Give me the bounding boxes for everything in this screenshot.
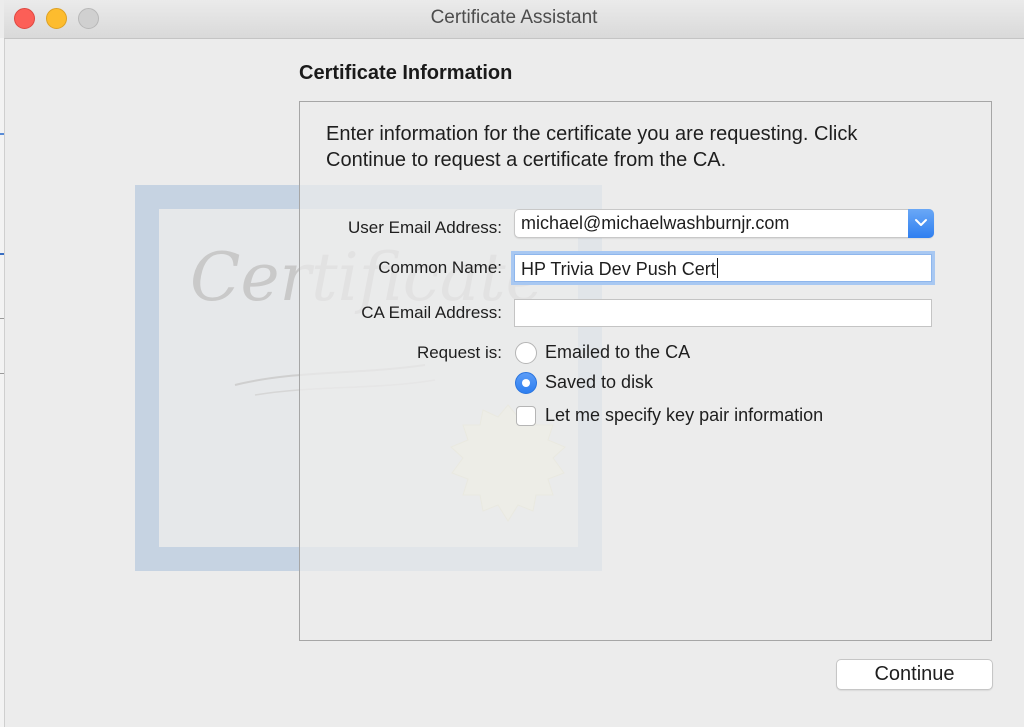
background-mark xyxy=(0,318,4,319)
ca-email-label: CA Email Address: xyxy=(361,303,502,322)
chevron-down-icon[interactable] xyxy=(908,209,934,238)
ca-email-field[interactable] xyxy=(514,299,932,327)
background-mark xyxy=(0,133,4,135)
common-name-label: Common Name: xyxy=(378,258,502,277)
intro-line: Continue to request a certificate from t… xyxy=(326,149,727,171)
saved-option-label[interactable]: Saved to disk xyxy=(545,372,653,393)
request-is-label: Request is: xyxy=(416,343,502,362)
key-pair-label[interactable]: Let me specify key pair information xyxy=(545,405,823,426)
user-email-label: User Email Address: xyxy=(348,218,502,237)
title-bar[interactable]: Certificate Assistant xyxy=(4,0,1024,39)
key-pair-checkbox[interactable] xyxy=(516,406,536,426)
intro-text: Enter information for the certificate yo… xyxy=(326,121,966,173)
emailed-radio[interactable] xyxy=(515,342,537,364)
emailed-option-label[interactable]: Emailed to the CA xyxy=(545,342,690,363)
user-email-popup[interactable]: michael@michaelwashburnjr.com xyxy=(514,209,934,238)
text-caret xyxy=(716,258,718,278)
background-window-edge xyxy=(0,38,5,727)
section-title: Certificate Information xyxy=(299,62,513,84)
common-name-value: HP Trivia Dev Push Cert xyxy=(521,259,716,279)
window-title: Certificate Assistant xyxy=(430,7,598,28)
background-mark xyxy=(0,373,4,374)
continue-button[interactable]: Continue xyxy=(836,659,993,690)
certificate-assistant-window: Certificate Assistant Certificate Inform… xyxy=(0,0,1024,727)
saved-radio[interactable] xyxy=(515,372,537,394)
common-name-field[interactable]: HP Trivia Dev Push Cert xyxy=(514,254,932,282)
intro-line: Enter information for the certificate yo… xyxy=(326,123,858,145)
form-panel xyxy=(299,101,992,641)
background-mark xyxy=(0,253,4,255)
user-email-value: michael@michaelwashburnjr.com xyxy=(521,213,790,233)
